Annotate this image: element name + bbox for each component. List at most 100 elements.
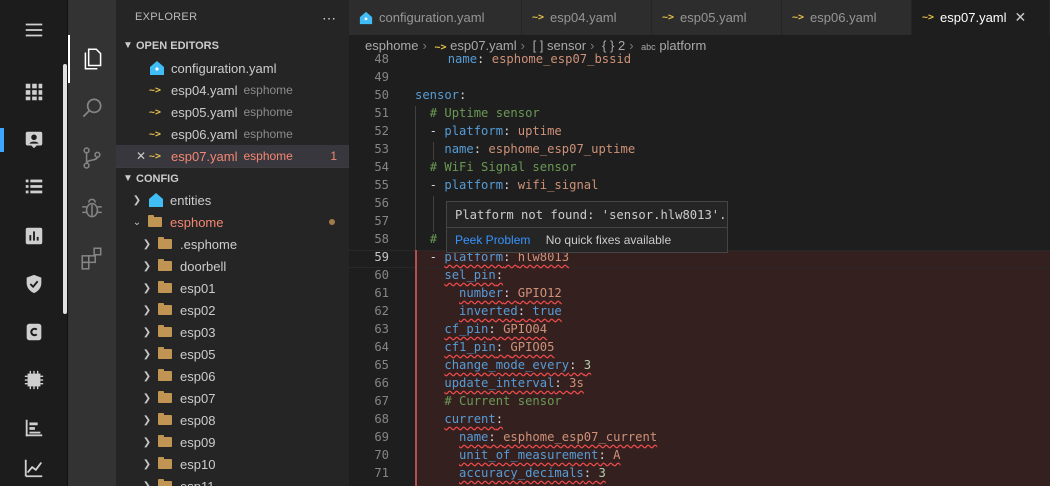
open-editors-header[interactable]: ▼ OPEN EDITORS [116, 35, 349, 57]
line-number: 55 [374, 178, 389, 192]
chart-icon[interactable] [0, 450, 68, 486]
history-icon[interactable] [0, 218, 68, 254]
folder-icon [158, 347, 172, 359]
tree-item-esphome[interactable]: ⌄ esphome [116, 211, 349, 233]
code-line-error: name: esphome_esp07_current [459, 430, 658, 444]
open-editor-item[interactable]: ~> esp06.yaml esphome [116, 123, 349, 145]
tree-label: esp10 [180, 456, 216, 472]
line-number: 56 [374, 196, 389, 210]
chevron-right-icon: ❯ [142, 348, 152, 360]
line-number: 61 [374, 286, 389, 300]
open-editor-item[interactable]: ~> esp04.yaml esphome [116, 79, 349, 101]
breadcrumb-item[interactable]: esphome [365, 38, 418, 53]
tree-item-folder[interactable]: ❯ esp06 [116, 365, 349, 387]
tree-item-folder[interactable]: ❯ esp01 [116, 277, 349, 299]
line-number: 57 [374, 214, 389, 228]
code-line: # Uptime sensor [429, 106, 540, 120]
tree-item-folder[interactable]: ❯ .esphome [116, 233, 349, 255]
line-number: 63 [374, 322, 389, 336]
line-number: 54 [374, 160, 389, 174]
shield-icon[interactable] [0, 266, 68, 302]
tree-label: esp06 [180, 368, 216, 384]
chevron-down-icon: ▼ [123, 172, 133, 184]
tree-item-folder[interactable]: ❯ esp09 [116, 431, 349, 453]
tree-item-folder[interactable]: ❯ esp11 [116, 475, 349, 486]
tree-label: entities [170, 192, 212, 208]
menu-icon[interactable] [0, 12, 68, 48]
search-icon[interactable] [68, 84, 116, 132]
debug-icon[interactable] [68, 184, 116, 232]
tree-item-folder[interactable]: ❯ esp08 [116, 409, 349, 431]
map-icon[interactable] [0, 122, 68, 158]
tab-label: esp04.yaml [550, 10, 617, 25]
overview-icon[interactable] [0, 74, 68, 110]
config-header[interactable]: ▼ CONFIG [116, 167, 349, 189]
files-icon[interactable] [68, 35, 116, 83]
breadcrumb-item[interactable]: sensor [547, 38, 586, 53]
tab-bar: configuration.yaml ~> esp04.yaml ~> esp0… [349, 0, 1050, 35]
tab-esp06[interactable]: ~> esp06.yaml [782, 0, 912, 35]
chevron-right-icon: ❯ [142, 260, 152, 272]
tab-configuration[interactable]: configuration.yaml [349, 0, 522, 35]
config-icon[interactable] [0, 314, 68, 350]
folder-icon [158, 259, 172, 271]
tree-label: esp11 [180, 478, 215, 486]
config-label: CONFIG [136, 172, 179, 185]
extensions-icon[interactable] [68, 234, 116, 282]
open-editor-name: esp05.yaml [171, 104, 238, 120]
line-number: 50 [374, 88, 389, 102]
explorer-title: EXPLORER [135, 11, 198, 23]
energy-icon[interactable] [0, 410, 68, 446]
peek-problem-link[interactable]: Peek Problem [455, 233, 530, 247]
open-editor-name: esp06.yaml [171, 126, 238, 142]
code-editor[interactable]: 48 49 50 51 52 53 54 55 56 57 58 59 60 61 62 63 64 65 66 67… [349, 52, 1050, 486]
tree-item-folder[interactable]: ❯ esp05 [116, 343, 349, 365]
line-number: 60 [374, 268, 389, 282]
developer-icon[interactable] [0, 362, 68, 398]
tab-esp07[interactable]: ~> esp07.yaml ✕ [912, 0, 1050, 35]
line-number: 51 [374, 106, 389, 120]
open-editor-item[interactable]: configuration.yaml [116, 57, 349, 79]
tree-item-folder[interactable]: ❯ esp07 [116, 387, 349, 409]
code-line: # WiFi Signal sensor [429, 160, 577, 174]
line-number: 65 [374, 358, 389, 372]
tree-item-folder[interactable]: ❯ esp02 [116, 299, 349, 321]
yaml-icon: ~> [149, 106, 162, 118]
problem-hover: Platform not found: 'sensor.hlw8013'. Pe… [446, 201, 728, 253]
tab-esp04[interactable]: ~> esp04.yaml [522, 0, 652, 35]
tab-esp05[interactable]: ~> esp05.yaml [652, 0, 782, 35]
chevron-right-icon: › [520, 38, 525, 53]
logbook-icon[interactable] [0, 168, 68, 204]
no-quick-fixes-label: No quick fixes available [545, 233, 672, 247]
folder-icon [158, 435, 172, 447]
source-control-icon[interactable] [68, 134, 116, 182]
open-editor-name: configuration.yaml [171, 60, 277, 76]
sidebar-scrollbar[interactable] [63, 64, 67, 314]
more-actions-icon[interactable]: ⋯ [322, 10, 336, 27]
tree-item-folder[interactable]: ❯ esp03 [116, 321, 349, 343]
tree-item-entities[interactable]: ❯ entities [116, 189, 349, 211]
close-icon[interactable]: ✕ [136, 149, 149, 163]
tree-item-folder[interactable]: ❯ doorbell [116, 255, 349, 277]
open-editor-item[interactable]: ~> esp05.yaml esphome [116, 101, 349, 123]
close-icon[interactable]: ✕ [1015, 9, 1027, 26]
string-icon: abc [641, 42, 656, 52]
tree-item-folder[interactable]: ❯ esp10 [116, 453, 349, 475]
code-line-error: sel_pin: [444, 268, 504, 282]
code-line: name: esphome_esp07_bssid [447, 52, 632, 66]
breadcrumb-item[interactable]: 2 [618, 38, 625, 53]
code-line-error: cf_pin: GPIO04 [444, 322, 548, 336]
tree-label: esphome [170, 214, 224, 230]
tab-label: configuration.yaml [379, 10, 485, 25]
code-line-error: cf1_pin: GPIO05 [444, 340, 555, 354]
hover-message: Platform not found: 'sensor.hlw8013'. [447, 202, 727, 228]
breadcrumb-item[interactable]: esp07.yaml [450, 38, 516, 53]
yaml-icon: ~> [149, 150, 162, 162]
open-editor-desc: esphome [243, 149, 293, 163]
tab-label: esp06.yaml [810, 10, 877, 25]
folder-icon [158, 413, 172, 425]
open-editor-item-active[interactable]: ✕ ~> esp07.yaml esphome 1 [116, 145, 349, 167]
breadcrumb-item[interactable]: platform [659, 38, 706, 53]
yaml-icon: ~> [792, 12, 805, 23]
home-assistant-icon [149, 193, 163, 207]
